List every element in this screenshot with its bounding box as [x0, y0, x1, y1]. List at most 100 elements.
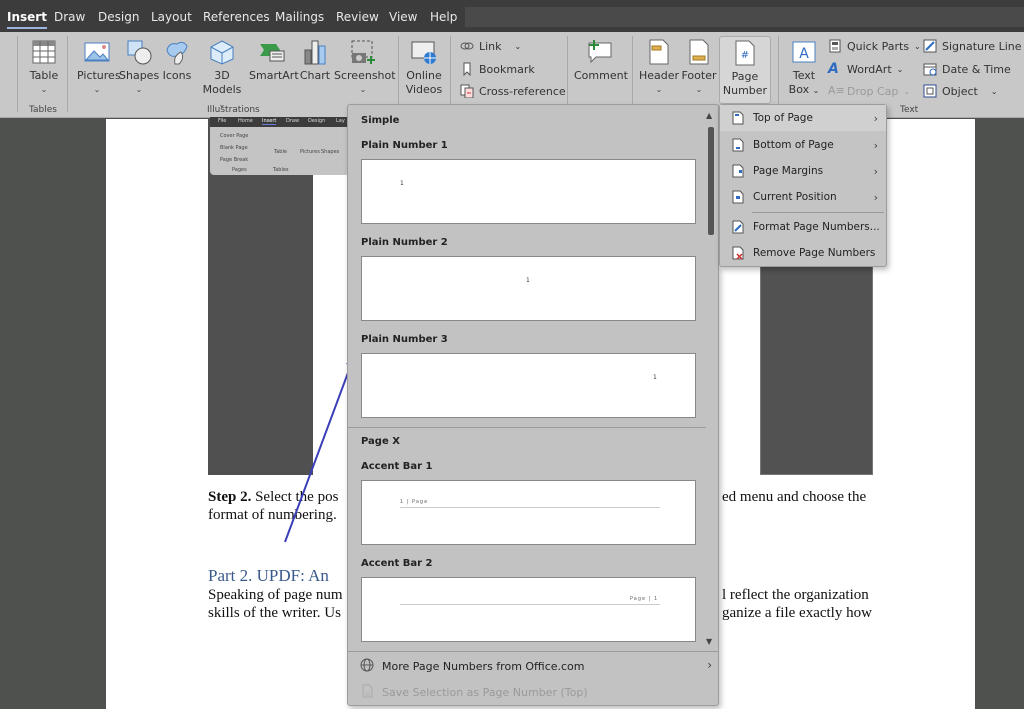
step2-text-left: Step 2. Select the pos — [208, 489, 338, 506]
scroll-down-icon[interactable]: ▼ — [706, 637, 712, 646]
preview-number: 1 — [653, 374, 657, 381]
mini-tab: File — [218, 118, 227, 124]
online-videos-label-2: Videos — [405, 83, 443, 96]
mini-page-break: Page Break — [220, 157, 249, 163]
mini-pages-group: Pages — [232, 167, 247, 173]
chart-button[interactable]: Chart — [298, 38, 332, 83]
chevron-down-icon: ⌄ — [896, 64, 904, 74]
drop-cap-label: Drop Cap — [847, 84, 899, 98]
screenshot-icon — [351, 40, 375, 64]
menu-item-current-position[interactable]: Current Position › — [720, 184, 886, 210]
globe-icon — [360, 658, 374, 675]
text-box-button[interactable]: A Text Box ⌄ — [784, 38, 824, 98]
page-number-label: Page — [731, 70, 759, 83]
tab-design[interactable]: Design — [98, 10, 139, 24]
gallery-item-plain-number-3[interactable]: 1 — [361, 353, 696, 418]
signature-line-button[interactable]: Signature Line ⌄ — [923, 37, 1024, 55]
gallery-item-accent-bar-1[interactable]: 1 | Page — [361, 480, 696, 545]
drop-cap-button[interactable]: A≡ Drop Cap ⌄ — [828, 82, 910, 100]
drop-cap-icon: A≡ — [828, 84, 845, 97]
menu-item-top-of-page[interactable]: Top of Page › — [720, 105, 886, 131]
comment-button[interactable]: Comment — [574, 38, 628, 83]
svg-text:A: A — [799, 46, 809, 62]
menu-item-remove-page-numbers[interactable]: Remove Page Numbers — [720, 240, 886, 266]
table-label: Table — [29, 69, 59, 82]
screenshot-button[interactable]: Screenshot ⌄ — [334, 38, 396, 97]
ribbon-tab-bar: Insert Draw Design Layout References Mai… — [0, 0, 1024, 32]
online-videos-button[interactable]: Online Videos — [403, 38, 445, 97]
tab-layout[interactable]: Layout — [151, 10, 192, 24]
more-page-numbers-item[interactable]: More Page Numbers from Office.com — [360, 658, 710, 675]
bookmark-button[interactable]: Bookmark — [460, 60, 535, 78]
cross-reference-icon — [460, 84, 474, 99]
save-selection-item[interactable]: Save Selection as Page Number (Top) — [360, 684, 588, 701]
chevron-down-icon: ⌄ — [359, 85, 367, 94]
scroll-up-icon[interactable]: ▲ — [706, 111, 712, 120]
wordart-button[interactable]: A WordArt ⌄ — [828, 60, 903, 78]
chevron-down-icon: ⌄ — [514, 41, 522, 51]
icons-button[interactable]: Icons — [160, 38, 194, 83]
footer-button[interactable]: Footer ⌄ — [680, 38, 718, 97]
tab-review[interactable]: Review — [336, 10, 379, 24]
tab-help[interactable]: Help — [430, 10, 457, 24]
menu-item-page-margins[interactable]: Page Margins › — [720, 158, 886, 184]
comment-icon — [588, 40, 612, 64]
tab-references[interactable]: References — [203, 10, 270, 24]
3d-models-button[interactable]: 3D Models ⌄ — [198, 38, 246, 112]
chevron-right-icon: › — [873, 111, 878, 125]
mini-table: Table — [274, 149, 287, 155]
divider — [398, 36, 399, 112]
chevron-down-icon: ⌄ — [695, 85, 703, 94]
tab-insert[interactable]: Insert — [7, 10, 47, 29]
gallery-item-accent-bar-2[interactable]: Page | 1 — [361, 577, 696, 642]
paragraph-line1-left: Speaking of page num — [208, 587, 343, 603]
page-number-button[interactable]: # Page Number ⌄ — [719, 36, 771, 110]
shapes-button[interactable]: Shapes ⌄ — [119, 38, 159, 97]
3d-models-label-2: Models — [202, 83, 242, 96]
menu-item-format-page-numbers[interactable]: Format Page Numbers... — [720, 214, 886, 240]
link-label: Link — [479, 39, 502, 53]
signature-line-icon — [923, 39, 937, 53]
menu-item-label: Page Margins — [753, 165, 824, 177]
gallery-item-plain-number-2[interactable]: 1 — [361, 256, 696, 321]
header-label: Header — [638, 69, 680, 82]
cross-reference-button[interactable]: Cross-reference — [460, 82, 566, 100]
object-button[interactable]: Object ⌄ — [923, 82, 998, 100]
preview-number: 1 — [526, 277, 530, 284]
paragraph-line2-right: ganize a file exactly how — [722, 605, 872, 621]
footer-icon — [689, 39, 709, 65]
mini-tab-bar: File Home Insert Draw Design Lay — [210, 117, 350, 127]
wordart-icon: A — [828, 61, 839, 77]
search-bar[interactable] — [465, 7, 1024, 27]
signature-line-label: Signature Line — [942, 39, 1022, 53]
tab-mailings[interactable]: Mailings — [275, 10, 324, 24]
date-time-button[interactable]: Date & Time — [923, 60, 1011, 78]
menu-item-label: Top of Page — [753, 112, 813, 124]
step2-text-right: ed menu and choose the — [722, 489, 867, 505]
calendar-clock-icon — [923, 62, 937, 76]
gallery-item-label: Accent Bar 1 — [361, 461, 433, 472]
smartart-button[interactable]: SmartArt — [249, 38, 299, 83]
header-icon — [649, 39, 669, 65]
gallery-item-plain-number-1[interactable]: 1 — [361, 159, 696, 224]
save-page-icon — [360, 684, 374, 701]
tab-view[interactable]: View — [389, 10, 417, 24]
header-button[interactable]: Header ⌄ — [638, 38, 680, 97]
mini-tables-group: Tables — [273, 167, 289, 173]
quick-parts-button[interactable]: Quick Parts ⌄ — [828, 37, 921, 55]
object-icon — [923, 84, 937, 98]
scrollbar-thumb[interactable] — [708, 127, 714, 235]
step2-bold: Step 2. — [208, 489, 252, 505]
mini-cover-page: Cover Page — [220, 133, 249, 139]
pictures-icon — [84, 42, 110, 62]
menu-item-bottom-of-page[interactable]: Bottom of Page › — [720, 132, 886, 158]
tab-draw[interactable]: Draw — [54, 10, 85, 24]
chevron-right-icon: › — [873, 138, 878, 152]
page-number-icon: # — [735, 40, 755, 66]
pictures-button[interactable]: Pictures ⌄ — [77, 38, 121, 97]
table-button[interactable]: Table ⌄ — [27, 38, 61, 97]
link-button[interactable]: Link ⌄ — [460, 37, 521, 55]
divider — [67, 36, 68, 112]
divider — [778, 36, 779, 112]
save-selection-label: Save Selection as Page Number (Top) — [382, 686, 588, 699]
